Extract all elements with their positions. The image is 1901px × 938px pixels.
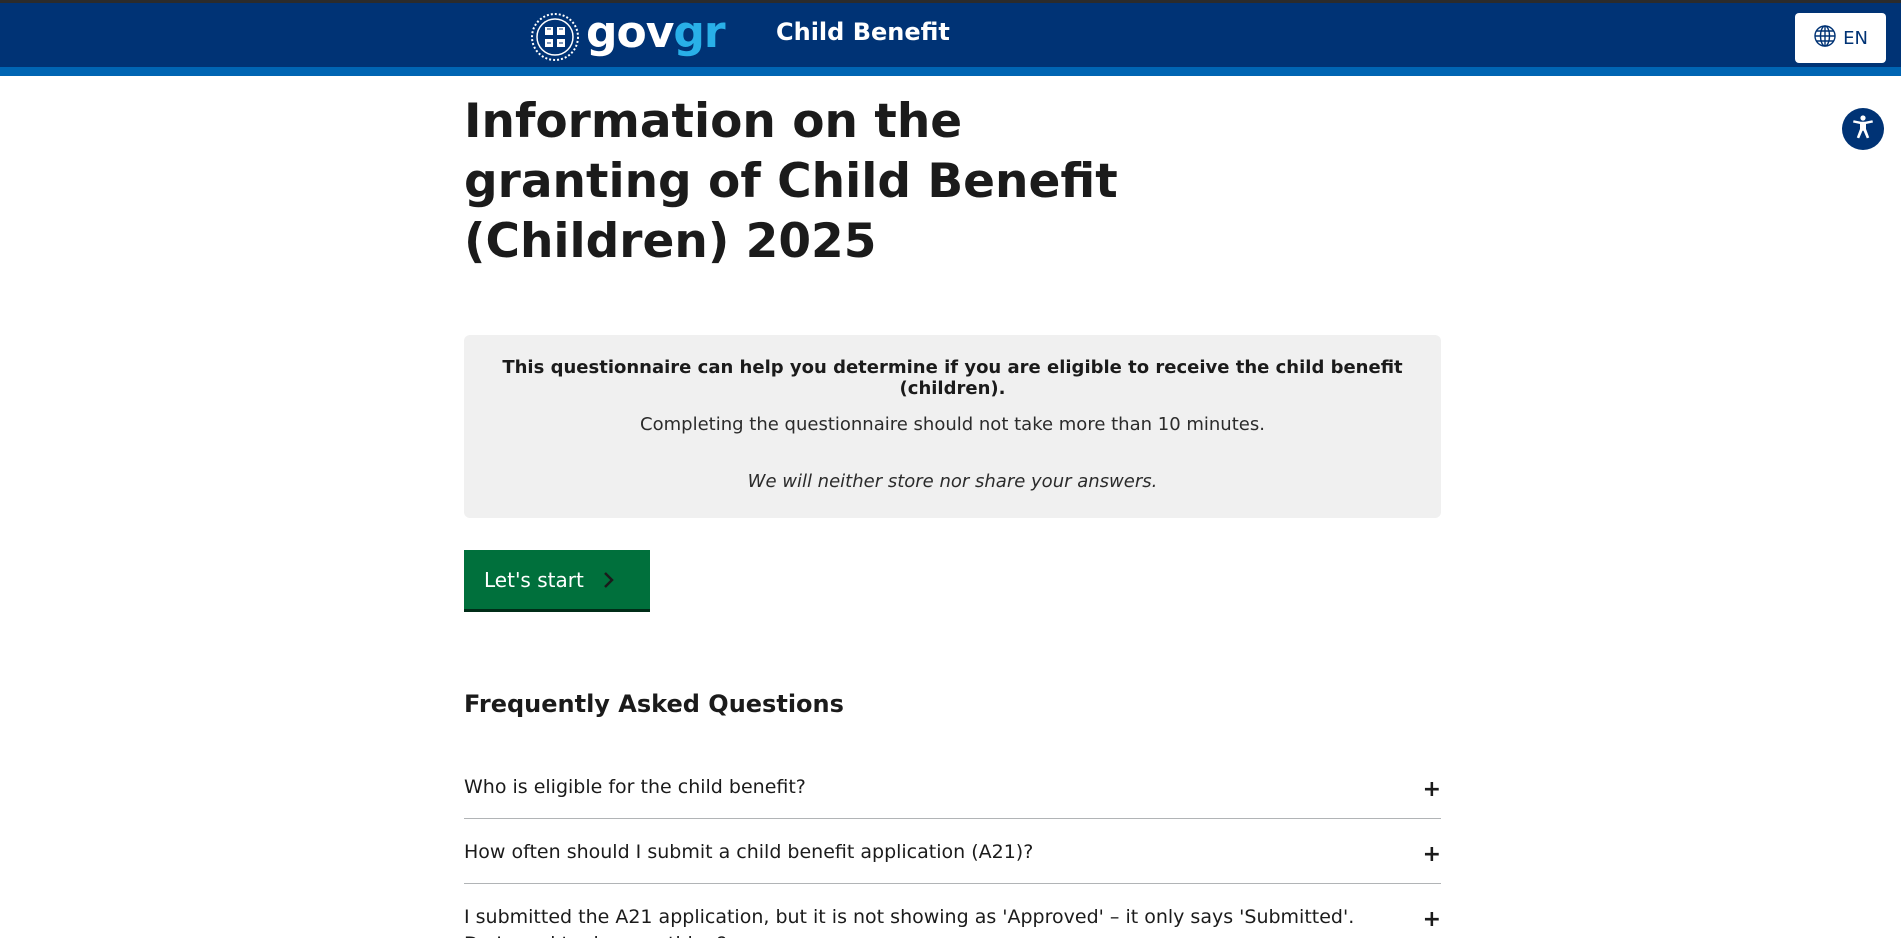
header-accent-bar — [0, 67, 1901, 76]
start-button-label: Let's start — [484, 567, 584, 592]
expand-plus-icon[interactable]: + — [1423, 906, 1441, 933]
govgr-logo[interactable]: govgr — [530, 11, 726, 63]
faq-title: Frequently Asked Questions — [464, 690, 844, 718]
intro-privacy-text: We will neither store nor share your ans… — [747, 471, 1158, 492]
expand-plus-icon[interactable]: + — [1423, 841, 1441, 868]
accessibility-icon — [1848, 112, 1878, 146]
faq-item[interactable]: Who is eligible for the child benefit? + — [464, 774, 1441, 814]
accessibility-button[interactable] — [1842, 108, 1884, 150]
faq-question: I submitted the A21 application, but it … — [464, 906, 1355, 938]
greek-emblem-icon — [530, 12, 580, 62]
chevron-right-icon — [602, 571, 616, 589]
start-button[interactable]: Let's start — [464, 550, 650, 612]
faq-item[interactable]: How often should I submit a child benefi… — [464, 839, 1441, 879]
faq-divider — [464, 818, 1441, 819]
service-name[interactable]: Child Benefit — [776, 18, 950, 46]
intro-box: This questionnaire can help you determin… — [464, 335, 1441, 518]
faq-question: How often should I submit a child benefi… — [464, 841, 1034, 863]
faq-divider — [464, 883, 1441, 884]
site-header: govgr Child Benefit EN — [0, 3, 1901, 67]
faq-item[interactable]: I submitted the A21 application, but it … — [464, 904, 1441, 938]
faq-question: Who is eligible for the child benefit? — [464, 776, 806, 798]
govgr-wordmark: govgr — [586, 11, 726, 55]
language-label: EN — [1843, 27, 1868, 49]
expand-plus-icon[interactable]: + — [1423, 776, 1441, 803]
globe-icon — [1813, 24, 1837, 53]
page-title: Information on the granting of Child Ben… — [464, 94, 1118, 269]
intro-eligibility-text: This questionnaire can help you determin… — [502, 357, 1403, 399]
brand-gov: gov — [586, 7, 674, 58]
intro-duration-text: Completing the questionnaire should not … — [640, 414, 1265, 435]
brand-gr: gr — [673, 7, 725, 58]
language-button[interactable]: EN — [1795, 13, 1886, 63]
